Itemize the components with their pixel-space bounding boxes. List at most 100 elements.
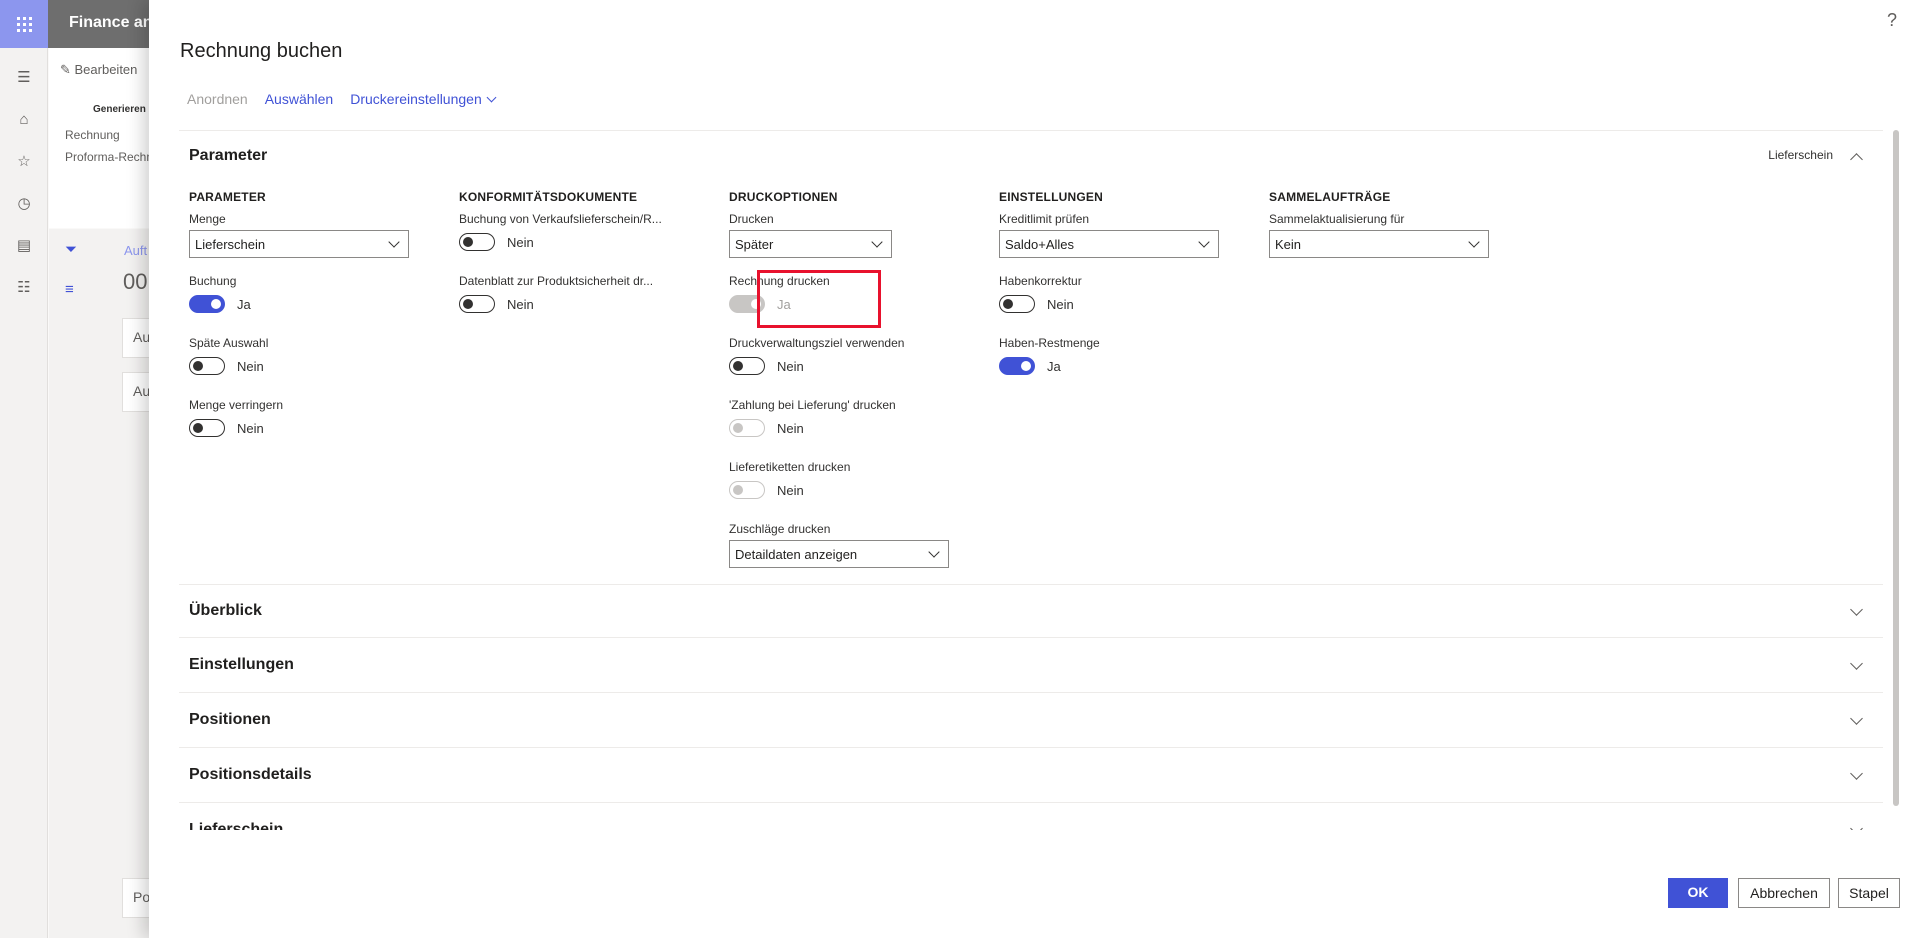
vertical-scrollbar[interactable] xyxy=(1893,130,1899,806)
dialog-scroll-area: Parameter Lieferschein PARAMETER Menge L… xyxy=(179,130,1891,830)
fasttab-line-details[interactable]: Positionsdetails xyxy=(179,749,1883,803)
print-field: Drucken Später xyxy=(729,212,949,258)
credit-remainder-toggle[interactable] xyxy=(999,357,1035,375)
posting-sales-field: Buchung von Verkaufslieferschein/R... Ne… xyxy=(459,212,679,254)
fasttab-lines-title: Positionen xyxy=(189,711,271,728)
navigation-rail: ☰ ⌂ ☆ ◷ ▤ ☷ xyxy=(0,48,48,938)
reduce-quantity-field: Menge verringern Nein xyxy=(189,398,409,440)
shipping-labels-value: Nein xyxy=(777,482,804,498)
hamburger-icon[interactable]: ☰ xyxy=(14,68,34,88)
print-value: Später xyxy=(735,237,774,252)
home-icon[interactable]: ⌂ xyxy=(14,110,34,130)
reduce-quantity-value: Nein xyxy=(237,420,264,436)
summary-update-select[interactable]: Kein xyxy=(1269,230,1489,258)
credit-correction-toggle[interactable] xyxy=(999,295,1035,313)
dialog-title: Rechnung buchen xyxy=(180,40,343,62)
select-button[interactable]: Auswählen xyxy=(265,91,334,107)
quantity-value: Lieferschein xyxy=(195,237,266,252)
waffle-menu-button[interactable] xyxy=(0,0,48,48)
compliance-heading: KONFORMITÄTSDOKUMENTE xyxy=(459,190,638,204)
cod-toggle[interactable] xyxy=(729,419,765,437)
charges-value: Detaildaten anzeigen xyxy=(735,547,858,562)
workspaces-icon[interactable]: ▤ xyxy=(14,236,34,256)
late-selection-field: Späte Auswahl Nein xyxy=(189,336,409,378)
fasttab-packing-slip[interactable]: Lieferschein xyxy=(179,804,1883,830)
cancel-button[interactable]: Abbrechen xyxy=(1738,878,1830,908)
shipping-labels-label: Lieferetiketten drucken xyxy=(729,460,851,474)
fasttab-parameter-summary: Lieferschein xyxy=(1768,148,1833,162)
credit-limit-value: Saldo+Alles xyxy=(1005,237,1075,252)
highlight-box xyxy=(757,270,881,328)
filter-icon[interactable]: ⏷ xyxy=(65,241,77,258)
help-icon[interactable]: ? xyxy=(1887,10,1897,31)
credit-correction-value: Nein xyxy=(1047,296,1074,312)
quantity-label: Menge xyxy=(189,212,226,226)
print-management-toggle[interactable] xyxy=(729,357,765,375)
shipping-labels-toggle[interactable] xyxy=(729,481,765,499)
edit-button[interactable]: ✎ Bearbeiten xyxy=(60,62,137,78)
dialog-toolbar: Anordnen Auswählen Druckereinstellungen xyxy=(187,91,497,107)
chevron-down-icon xyxy=(1850,603,1863,616)
star-icon[interactable]: ☆ xyxy=(14,152,34,172)
quantity-select[interactable]: Lieferschein xyxy=(189,230,409,258)
fasttab-settings[interactable]: Einstellungen xyxy=(179,639,1883,693)
datasheet-label: Datenblatt zur Produktsicherheit dr... xyxy=(459,274,654,288)
edit-label: Bearbeiten xyxy=(74,62,138,77)
print-select[interactable]: Später xyxy=(729,230,892,258)
printer-settings-button[interactable]: Druckereinstellungen xyxy=(350,91,497,107)
cod-field: 'Zahlung bei Lieferung' drucken Nein xyxy=(729,398,949,440)
generate-group-label: Generieren xyxy=(93,104,146,115)
clock-icon[interactable]: ◷ xyxy=(14,194,34,214)
chevron-down-icon xyxy=(928,546,940,558)
print-options-heading: DRUCKOPTIONEN xyxy=(729,190,838,204)
fasttab-packing-slip-title: Lieferschein xyxy=(189,821,284,830)
reduce-quantity-toggle[interactable] xyxy=(189,419,225,437)
chevron-down-icon xyxy=(1850,657,1863,670)
chevron-down-icon xyxy=(1850,712,1863,725)
fasttab-parameter-title: Parameter xyxy=(189,147,268,164)
modules-icon[interactable]: ☷ xyxy=(14,278,34,298)
credit-remainder-label: Haben-Restmenge xyxy=(999,336,1100,350)
credit-limit-select[interactable]: Saldo+Alles xyxy=(999,230,1219,258)
charges-select[interactable]: Detaildaten anzeigen xyxy=(729,540,949,568)
chevron-down-icon xyxy=(1850,822,1863,830)
arrange-button[interactable]: Anordnen xyxy=(187,91,248,107)
chevron-down-icon xyxy=(1468,236,1480,248)
credit-limit-label: Kreditlimit prüfen xyxy=(999,212,1090,226)
datasheet-toggle[interactable] xyxy=(459,295,495,313)
list-icon[interactable]: ≡ xyxy=(65,281,74,298)
posting-sales-toggle[interactable] xyxy=(459,233,495,251)
summary-update-value: Kein xyxy=(1275,237,1302,252)
invoice-link[interactable]: Rechnung xyxy=(65,128,120,142)
ok-button[interactable]: OK xyxy=(1668,878,1728,908)
cod-label: 'Zahlung bei Lieferung' drucken xyxy=(729,398,896,412)
shipping-labels-field: Lieferetiketten drucken Nein xyxy=(729,460,949,502)
printer-settings-label: Druckereinstellungen xyxy=(350,91,482,107)
credit-limit-field: Kreditlimit prüfen Saldo+Alles xyxy=(999,212,1219,258)
datasheet-field: Datenblatt zur Produktsicherheit dr... N… xyxy=(459,274,679,316)
credit-correction-field: Habenkorrektur Nein xyxy=(999,274,1219,316)
chevron-down-icon xyxy=(871,236,883,248)
parameter-heading: PARAMETER xyxy=(189,190,266,204)
credit-remainder-field: Haben-Restmenge Ja xyxy=(999,336,1219,378)
datasheet-value: Nein xyxy=(507,296,534,312)
chevron-down-icon xyxy=(486,92,497,103)
posting-toggle[interactable] xyxy=(189,295,225,313)
summary-update-label: Sammelaktualisierung für xyxy=(1269,212,1405,226)
charges-label: Zuschläge drucken xyxy=(729,522,831,536)
record-caption: Auft xyxy=(124,243,148,258)
batch-button[interactable]: Stapel xyxy=(1838,878,1900,908)
print-management-label: Druckverwaltungsziel verwenden xyxy=(729,336,905,350)
late-selection-toggle[interactable] xyxy=(189,357,225,375)
fasttab-line-details-title: Positionsdetails xyxy=(189,766,312,783)
fasttab-overview[interactable]: Überblick xyxy=(179,584,1883,638)
fasttab-overview-title: Überblick xyxy=(189,602,262,619)
fasttab-parameter-header[interactable]: Parameter Lieferschein xyxy=(179,130,1883,184)
summary-update-field: Sammelaktualisierung für Kein xyxy=(1269,212,1489,258)
chevron-up-icon xyxy=(1850,153,1863,166)
post-invoice-dialog: ? Rechnung buchen Anordnen Auswählen Dru… xyxy=(149,0,1921,938)
fasttab-lines[interactable]: Positionen xyxy=(179,694,1883,748)
charges-field: Zuschläge drucken Detaildaten anzeigen xyxy=(729,522,949,568)
posting-field: Buchung Ja xyxy=(189,274,409,316)
background-filter-pane: ⏷ ≡ xyxy=(49,229,97,938)
